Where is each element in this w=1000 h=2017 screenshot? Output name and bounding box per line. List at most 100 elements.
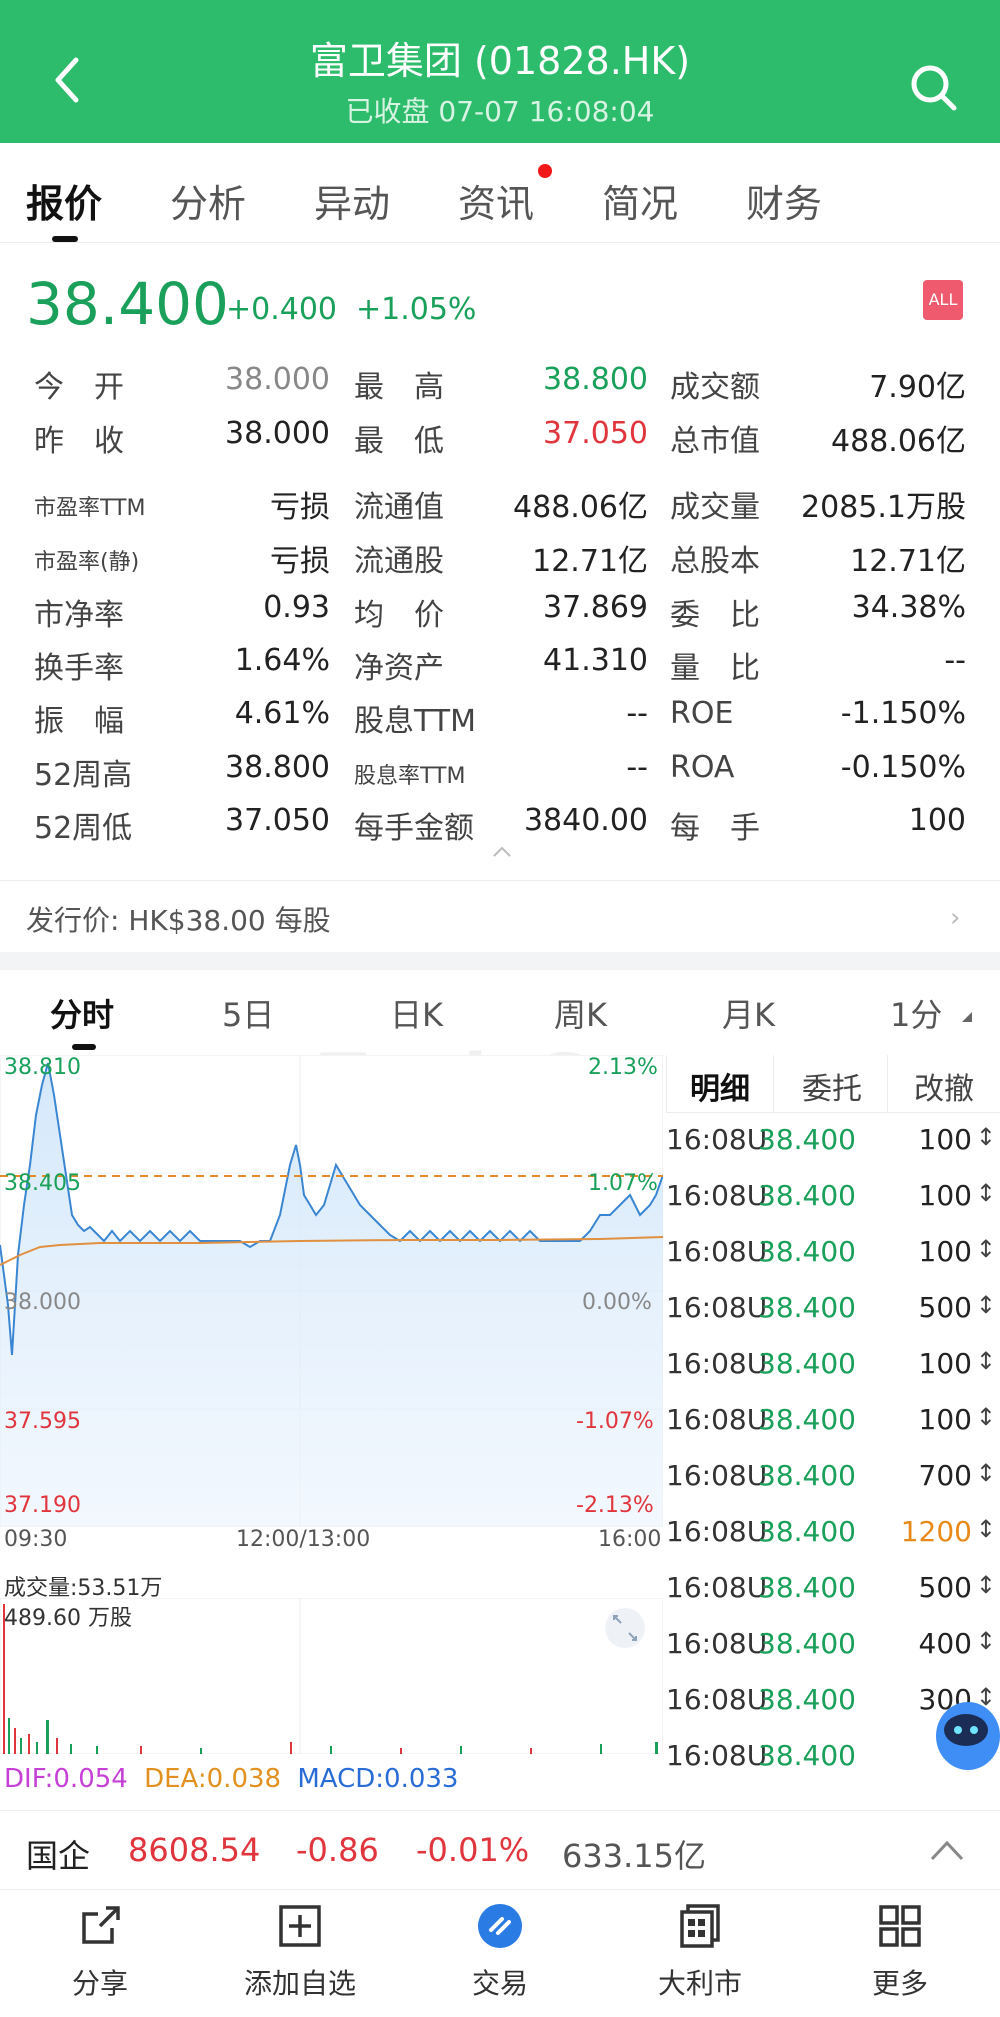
stat-label: 每手金额: [354, 811, 474, 846]
trade-price: 38.400: [758, 1459, 856, 1492]
stat-value: -1.150%: [840, 696, 966, 731]
stat-value: 亏损: [270, 490, 330, 525]
trade-time: 16:08U: [666, 1403, 768, 1436]
macd-dea: DEA:0.038: [144, 1764, 282, 1794]
trade-row: 16:08U 38.400 100 ↕: [666, 1169, 1000, 1225]
trade-price: 38.400: [758, 1291, 856, 1324]
tab-news[interactable]: 资讯: [458, 173, 534, 228]
trade-direction-icon: ↕: [975, 1235, 996, 1263]
trade-volume: 100: [918, 1123, 972, 1156]
trade-volume: 100: [918, 1403, 972, 1436]
chart-tab-daily[interactable]: 日K: [390, 990, 443, 1036]
stat-label: 净资产: [354, 651, 444, 686]
trade-volume: 500: [918, 1571, 972, 1604]
index-ticker-bar[interactable]: 国企 8608.54 -0.86 -0.01% 633.15亿: [0, 1810, 1000, 1890]
chart-tab-5day[interactable]: 5日: [222, 990, 274, 1036]
y-pct-high: 2.13%: [588, 1055, 658, 1080]
tab-quote[interactable]: 报价: [26, 173, 102, 228]
detail-tab-orders[interactable]: 委托: [802, 1064, 862, 1108]
documents-icon: [680, 1904, 720, 1948]
tab-financials[interactable]: 财务: [746, 173, 822, 228]
trade-row: 16:08U 38.400 100 ↕: [666, 1393, 1000, 1449]
macd-value: MACD:0.033: [297, 1764, 459, 1794]
trade-label: 交易: [471, 1967, 528, 2000]
section-divider: [0, 952, 1000, 970]
trade-row: 16:08U 38.400 100 ↕: [666, 1225, 1000, 1281]
search-icon[interactable]: [908, 62, 958, 112]
index-change: -0.86: [296, 1831, 379, 1869]
trade-price: 38.400: [758, 1347, 856, 1380]
stat-label: 市盈率(静): [34, 550, 140, 575]
trade-direction-icon: ↕: [975, 1571, 996, 1599]
trade-price: 38.400: [758, 1515, 856, 1548]
stat-value: 7.90亿: [869, 370, 966, 405]
tab-movement[interactable]: 异动: [314, 173, 390, 228]
y-pct-mid: 0.00%: [582, 1290, 652, 1315]
trade-time: 16:08U: [666, 1683, 768, 1716]
trade-volume: 500: [918, 1291, 972, 1324]
stat-value: 12.71亿: [532, 544, 648, 579]
trade-direction-icon: ↕: [975, 1459, 996, 1487]
trade-price: 38.400: [758, 1739, 856, 1772]
chart-tab-interval[interactable]: 1分: [890, 990, 942, 1036]
main-tabs: 报价 分析 异动 资讯 简况 财务: [0, 143, 1000, 243]
stat-value: 38.800: [225, 750, 330, 785]
stat-value: --: [944, 643, 966, 678]
collapse-caret-icon[interactable]: [492, 844, 512, 858]
more-button[interactable]: 更多: [800, 1902, 1000, 2012]
trade-button[interactable]: 交易: [400, 1902, 600, 2012]
add-watchlist-button[interactable]: 添加自选: [200, 1902, 400, 2012]
index-name: 国企: [26, 1837, 91, 1875]
last-price: 38.400: [26, 270, 229, 338]
index-change-pct: -0.01%: [416, 1831, 530, 1869]
macd-dif: DIF:0.054: [4, 1764, 128, 1794]
tab-analysis[interactable]: 分析: [170, 173, 246, 228]
chart-tab-intraday[interactable]: 分时: [50, 990, 114, 1036]
market-status: 已收盘 07-07 16:08:04: [345, 95, 655, 128]
tab-profile[interactable]: 简况: [602, 173, 678, 228]
detail-tab-amend[interactable]: 改撤: [914, 1064, 974, 1108]
stat-value: -0.150%: [840, 750, 966, 785]
dailyms-button[interactable]: 大利市: [600, 1902, 800, 2012]
trade-row: 16:08U 38.400 400 ↕: [666, 1617, 1000, 1673]
assistant-robot-icon[interactable]: [920, 1690, 1000, 1790]
trade-time: 16:08U: [666, 1571, 768, 1604]
chevron-up-icon[interactable]: [930, 1839, 964, 1861]
stat-label: 昨 收: [34, 424, 124, 459]
stat-label: ROA: [670, 750, 735, 785]
stat-value: 38.000: [225, 416, 330, 451]
grid-icon: [879, 1905, 921, 1947]
trade-volume: 100: [918, 1235, 972, 1268]
stat-value: 亏损: [270, 544, 330, 579]
trade-row: 16:08U 38.400 500 ↕: [666, 1281, 1000, 1337]
issue-price-row[interactable]: 发行价: HK$38.00 每股 ›: [0, 880, 1000, 952]
all-badge[interactable]: ALL: [923, 280, 963, 320]
trade-direction-icon: ↕: [975, 1123, 996, 1151]
detail-tab-trades[interactable]: 明细: [690, 1064, 750, 1108]
stat-label: 成交量: [670, 490, 760, 525]
trade-time: 16:08U: [666, 1627, 768, 1660]
trade-time: 16:08U: [666, 1123, 768, 1156]
active-tab-indicator: [52, 236, 78, 242]
chevron-right-icon: ›: [950, 903, 961, 933]
y-label-low: 37.190: [4, 1493, 81, 1518]
issue-price-text: 发行价: HK$38.00 每股: [26, 904, 331, 937]
stat-label: 流通值: [354, 490, 444, 525]
app-header: 富卫集团 (01828.HK) 已收盘 07-07 16:08:04: [0, 0, 1000, 143]
chart-tab-indicator: [72, 1044, 96, 1050]
trade-direction-icon: ↕: [975, 1515, 996, 1543]
y-pct-low: -2.13%: [576, 1493, 654, 1518]
time-label-close: 16:00: [598, 1527, 662, 1552]
more-label: 更多: [871, 1967, 928, 2000]
stat-label: 换手率: [34, 651, 124, 686]
share-button[interactable]: 分享: [0, 1902, 200, 2012]
intraday-chart[interactable]: [0, 1055, 663, 1527]
chart-tab-monthly[interactable]: 月K: [722, 990, 775, 1036]
trade-price: 38.400: [758, 1235, 856, 1268]
y-label-lower: 37.595: [4, 1409, 81, 1434]
chart-tab-weekly[interactable]: 周K: [554, 990, 607, 1036]
price-change: +0.400: [226, 292, 338, 327]
stat-value: 2085.1万股: [801, 490, 966, 525]
stat-value: 38.800: [543, 362, 648, 397]
trade-row: 16:08U 38.400 500 ↕: [666, 1561, 1000, 1617]
